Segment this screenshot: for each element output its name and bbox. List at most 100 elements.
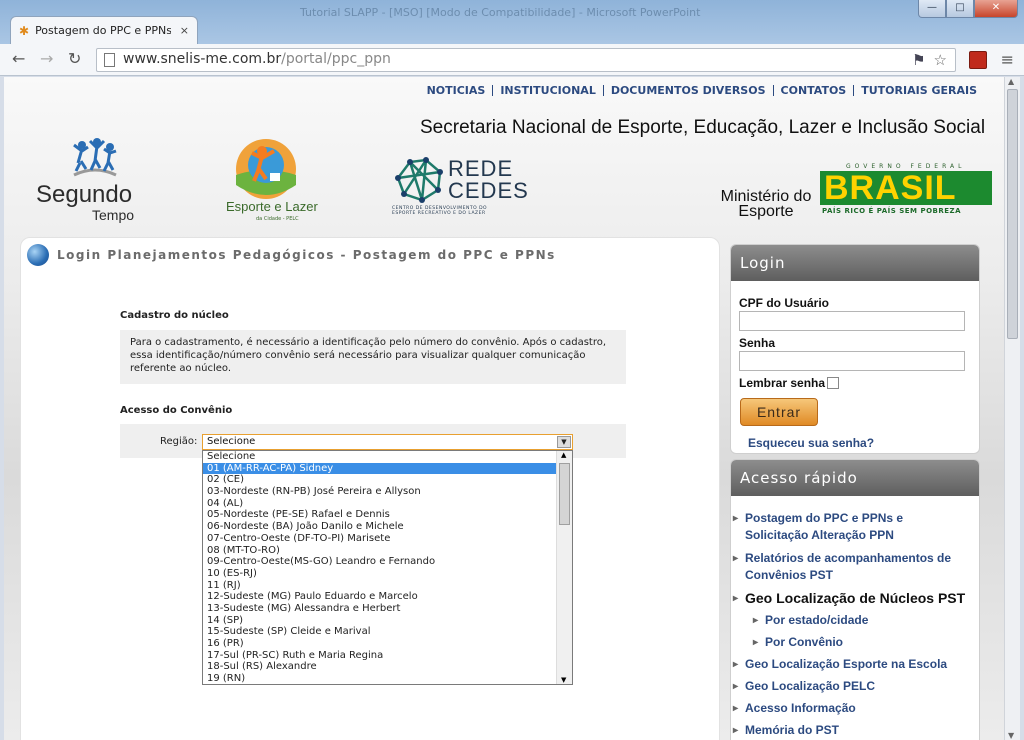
link-memoria-pst[interactable]: Memória do PST — [733, 722, 839, 739]
tab-close-icon[interactable]: × — [180, 24, 189, 37]
esporte-lazer-emblem-icon — [236, 139, 296, 199]
rede-cedes-text: REDE CEDES — [448, 156, 529, 203]
dropdown-option[interactable]: 04 (AL) — [203, 498, 557, 510]
secretaria-title: Secretaria Nacional de Esporte, Educação… — [420, 117, 986, 138]
menu-icon[interactable]: ≡ — [1001, 50, 1014, 69]
senha-input[interactable] — [739, 351, 965, 371]
extension-icon[interactable] — [968, 50, 987, 69]
dropdown-option[interactable]: 11 (RJ) — [203, 580, 557, 592]
page-icon — [104, 53, 115, 67]
lembrar-label: Lembrar senha — [739, 376, 826, 390]
dropdown-option[interactable]: 12-Sudeste (MG) Paulo Eduardo e Marcelo — [203, 591, 557, 603]
nav-contatos[interactable]: CONTATOS — [774, 85, 855, 96]
dropdown-scrollbar[interactable]: ▲ ▼ — [556, 451, 572, 684]
regiao-select[interactable]: Selecione ▼ — [202, 434, 573, 450]
link-postagem-ppc[interactable]: Postagem do PPC e PPNs e Solicitação Alt… — [733, 510, 969, 544]
senha-label: Senha — [739, 336, 776, 350]
governo-federal-logo: GOVERNO FEDERAL BRASIL PAÍS RICO É PAÍS … — [820, 163, 995, 218]
link-acesso-informacao[interactable]: Acesso Informação — [733, 700, 856, 717]
chevron-down-icon[interactable]: ▼ — [557, 436, 571, 448]
globe-icon — [27, 244, 49, 266]
close-window-button[interactable]: ✕ — [974, 0, 1018, 18]
dropdown-option[interactable]: 16 (PR) — [203, 638, 557, 650]
dropdown-option[interactable]: Selecione — [203, 451, 557, 463]
link-geo-escola[interactable]: Geo Localização Esporte na Escola — [733, 656, 947, 673]
window-title: Tutorial SLAPP - [MSO] [Modo de Compatib… — [300, 6, 701, 19]
dropdown-option[interactable]: 13-Sudeste (MG) Alessandra e Herbert — [203, 603, 557, 615]
flag-icon[interactable]: ⚑ — [912, 51, 925, 69]
window-controls: — □ ✕ — [918, 0, 1018, 18]
segundo-text: Segundo — [36, 181, 133, 208]
dropdown-option[interactable]: 15-Sudeste (SP) Cleide e Marival — [203, 626, 557, 638]
dropdown-option[interactable]: 17-Sul (PR-SC) Ruth e Maria Regina — [203, 650, 557, 662]
dropdown-option[interactable]: 10 (ES-RJ) — [203, 568, 557, 580]
entrar-button[interactable]: Entrar — [740, 398, 818, 426]
address-bar[interactable]: www.snelis-me.com.br/portal/ppc_ppn ⚑ ☆ — [96, 48, 956, 72]
dropdown-option[interactable]: 18-Sul (RS) Alexandre — [203, 661, 557, 673]
link-relatorios[interactable]: Relatórios de acompanhamentos de Convêni… — [733, 550, 969, 584]
url-path: /portal/ppc_ppn — [281, 51, 391, 67]
dropdown-option[interactable]: 02 (CE) — [203, 474, 557, 486]
page-viewport: NOTICIAS INSTITUCIONAL DOCUMENTOS DIVERS… — [4, 77, 1004, 740]
acesso-rapido-box: Acesso rápido Postagem do PPC e PPNs e S… — [730, 459, 980, 740]
dropdown-option[interactable]: 19 (RN) — [203, 673, 557, 684]
dropdown-option[interactable]: 07-Centro-Oeste (DF-TO-PI) Marisete — [203, 533, 557, 545]
login-heading: Login — [731, 245, 979, 281]
reload-icon[interactable]: ↻ — [68, 50, 81, 68]
back-arrow-icon[interactable]: ← — [12, 50, 25, 68]
dropdown-option[interactable]: 05-Nordeste (PE-SE) Rafael e Dennis — [203, 509, 557, 521]
favicon-icon: ✱ — [19, 23, 30, 38]
url-host: www.snelis-me.com.br — [123, 51, 282, 67]
cadastro-info: Para o cadastramento, é necessário a ide… — [120, 330, 626, 384]
forgot-password-link[interactable]: Esqueceu sua senha? — [748, 436, 874, 450]
star-icon[interactable]: ☆ — [934, 51, 947, 69]
segundo-tempo-logo: Segundo Tempo — [36, 137, 146, 227]
dropdown-option[interactable]: 09-Centro-Oeste(MS-GO) Leandro e Fernand… — [203, 556, 557, 568]
scroll-up-icon[interactable]: ▲ — [1008, 77, 1014, 86]
top-navigation: NOTICIAS INSTITUCIONAL DOCUMENTOS DIVERS… — [420, 85, 984, 96]
cadastro-heading: Cadastro do núcleo — [120, 310, 229, 321]
esporte-lazer-subtext: da Cidade - PELC — [256, 216, 299, 222]
brasil-text: BRASIL — [824, 169, 957, 207]
dropdown-option[interactable]: 03-Nordeste (RN-PB) José Pereira e Allys… — [203, 486, 557, 498]
regiao-select-value: Selecione — [207, 436, 256, 447]
acesso-heading: Acesso do Convênio — [120, 405, 233, 416]
browser-tab[interactable]: ✱ Postagem do PPC e PPNs × — [10, 16, 198, 44]
scroll-down-icon[interactable]: ▼ — [1008, 731, 1014, 740]
main-panel: Login Planejamentos Pedagógicos - Postag… — [20, 237, 720, 740]
dropdown-option[interactable]: 14 (SP) — [203, 615, 557, 627]
minimize-button[interactable]: — — [918, 0, 946, 18]
page-scrollbar[interactable]: ▲ ▼ — [1004, 77, 1020, 740]
link-por-convenio[interactable]: Por Convênio — [753, 634, 843, 651]
maximize-button[interactable]: □ — [946, 0, 974, 18]
tempo-text: Tempo — [92, 207, 135, 223]
rede-cedes-subtext: CENTRO DE DESENVOLVIMENTO DO ESPORTE REC… — [392, 206, 488, 216]
esporte-lazer-text: Esporte e Lazer — [226, 199, 318, 214]
nav-noticias[interactable]: NOTICIAS — [420, 85, 494, 96]
rede-cedes-logo: REDE CEDES CENTRO DE DESENVOLVIMENTO DO … — [392, 154, 529, 224]
scroll-down-icon[interactable]: ▼ — [561, 676, 566, 684]
lembrar-checkbox[interactable] — [827, 377, 840, 389]
dropdown-option[interactable]: 06-Nordeste (BA) João Danilo e Michele — [203, 521, 557, 533]
link-geo-pelc[interactable]: Geo Localização PELC — [733, 678, 875, 695]
nav-institucional[interactable]: INSTITUCIONAL — [493, 85, 604, 96]
scroll-up-icon[interactable]: ▲ — [561, 451, 566, 459]
link-geo-nucleos[interactable]: Geo Localização de Núcleos PST — [733, 590, 965, 607]
rede-cedes-network-icon — [395, 157, 443, 203]
cpf-input[interactable] — [739, 311, 965, 331]
page-title: Login Planejamentos Pedagógicos - Postag… — [57, 248, 556, 262]
nav-tutoriais[interactable]: TUTORIAIS GERAIS — [854, 85, 984, 96]
regiao-label: Região: — [160, 436, 198, 447]
cpf-label: CPF do Usuário — [739, 296, 830, 310]
browser-toolbar: ← → ↻ www.snelis-me.com.br/portal/ppc_pp… — [0, 44, 1024, 76]
window-titlebar: Tutorial SLAPP - [MSO] [Modo de Compatib… — [0, 0, 1024, 44]
nav-documentos[interactable]: DOCUMENTOS DIVERSOS — [604, 85, 774, 96]
dropdown-option[interactable]: 08 (MT-TO-RO) — [203, 545, 557, 557]
regiao-dropdown-list[interactable]: Selecione 01 (AM-RR-AC-PA) Sidney 02 (CE) 0… — [202, 450, 573, 685]
link-por-estado[interactable]: Por estado/cidade — [753, 612, 868, 629]
brasil-slogan: PAÍS RICO É PAÍS SEM POBREZA — [822, 207, 962, 215]
esporte-lazer-logo: Esporte e Lazer da Cidade - PELC — [226, 135, 318, 230]
dropdown-option[interactable]: 01 (AM-RR-AC-PA) Sidney — [203, 462, 557, 475]
acesso-rapido-heading: Acesso rápido — [731, 460, 979, 496]
forward-arrow-icon[interactable]: → — [40, 50, 53, 68]
